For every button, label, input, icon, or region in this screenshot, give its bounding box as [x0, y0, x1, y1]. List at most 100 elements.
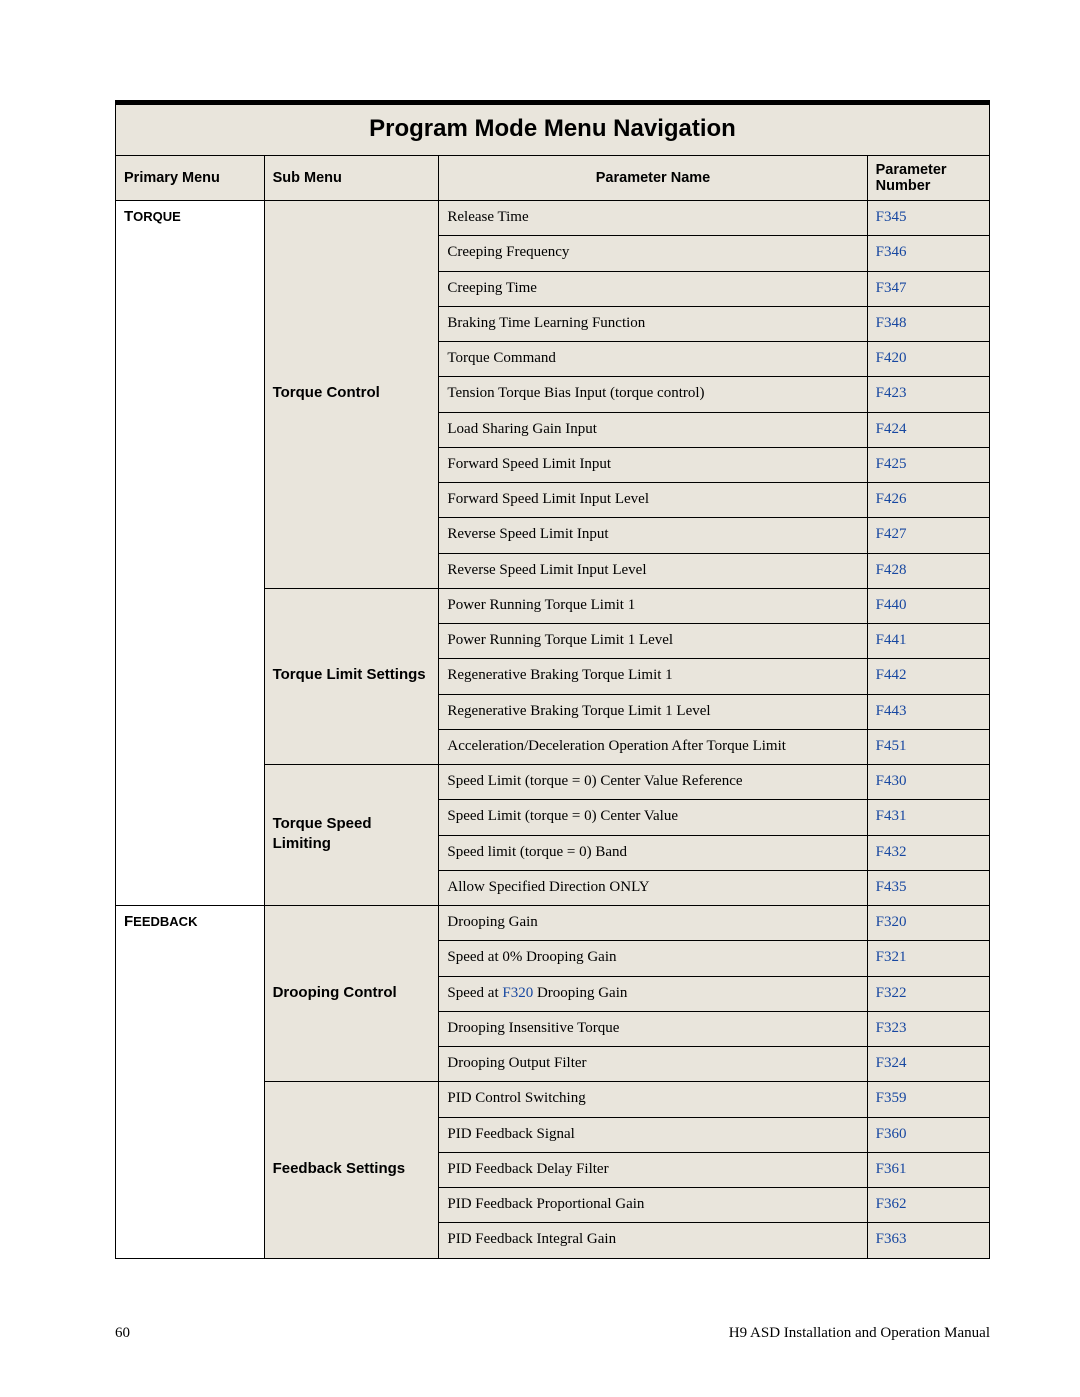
parameter-link[interactable]: F424 [876, 421, 907, 437]
parameter-number[interactable]: F360 [867, 1117, 989, 1152]
parameter-number[interactable]: F320 [867, 906, 989, 941]
parameter-number[interactable]: F440 [867, 588, 989, 623]
sub-menu-cell: Torque Limit Settings [264, 588, 439, 764]
parameter-name: Regenerative Braking Torque Limit 1 Leve… [439, 694, 867, 729]
primary-menu-cell: TORQUE [116, 201, 265, 906]
parameter-number[interactable]: F324 [867, 1047, 989, 1082]
parameter-link[interactable]: F432 [876, 844, 907, 860]
primary-menu-cell: FEEDBACK [116, 906, 265, 1259]
parameter-number[interactable]: F427 [867, 518, 989, 553]
parameter-link[interactable]: F361 [876, 1161, 907, 1177]
parameter-number[interactable]: F363 [867, 1223, 989, 1258]
col-sub-menu: Sub Menu [264, 156, 439, 201]
page-footer: 60 H9 ASD Installation and Operation Man… [115, 1325, 990, 1342]
parameter-name: Reverse Speed Limit Input [439, 518, 867, 553]
parameter-name: PID Feedback Signal [439, 1117, 867, 1152]
parameter-link[interactable]: F348 [876, 315, 907, 331]
parameter-link[interactable]: F323 [876, 1020, 907, 1036]
parameter-name: Speed at F320 Drooping Gain [439, 976, 867, 1011]
parameter-name: Speed at 0% Drooping Gain [439, 941, 867, 976]
parameter-name: Regenerative Braking Torque Limit 1 [439, 659, 867, 694]
parameter-number[interactable]: F347 [867, 271, 989, 306]
parameter-link[interactable]: F320 [876, 914, 907, 930]
parameter-link[interactable]: F426 [876, 491, 907, 507]
menu-navigation-table: Program Mode Menu Navigation Primary Men… [115, 100, 990, 1259]
page-number: 60 [115, 1325, 130, 1342]
parameter-name: Forward Speed Limit Input Level [439, 483, 867, 518]
parameter-name: Tension Torque Bias Input (torque contro… [439, 377, 867, 412]
parameter-link[interactable]: F441 [876, 632, 907, 648]
parameter-number[interactable]: F321 [867, 941, 989, 976]
parameter-name: Reverse Speed Limit Input Level [439, 553, 867, 588]
parameter-link[interactable]: F322 [876, 985, 907, 1001]
parameter-number[interactable]: F428 [867, 553, 989, 588]
parameter-link[interactable]: F442 [876, 667, 907, 683]
parameter-link[interactable]: F360 [876, 1126, 907, 1142]
parameter-name: Release Time [439, 201, 867, 236]
parameter-name: Speed limit (torque = 0) Band [439, 835, 867, 870]
parameter-link[interactable]: F443 [876, 703, 907, 719]
parameter-link[interactable]: F428 [876, 562, 907, 578]
parameter-link[interactable]: F427 [876, 526, 907, 542]
sub-menu-cell: Torque Control [264, 201, 439, 589]
parameter-number[interactable]: F362 [867, 1188, 989, 1223]
parameter-link[interactable]: F431 [876, 808, 907, 824]
parameter-name: Drooping Insensitive Torque [439, 1011, 867, 1046]
parameter-link[interactable]: F359 [876, 1090, 907, 1106]
table-row: FEEDBACKDrooping ControlDrooping GainF32… [116, 906, 990, 941]
parameter-link[interactable]: F420 [876, 350, 907, 366]
parameter-number[interactable]: F420 [867, 342, 989, 377]
parameter-number[interactable]: F441 [867, 624, 989, 659]
parameter-name: Creeping Frequency [439, 236, 867, 271]
parameter-number[interactable]: F348 [867, 306, 989, 341]
col-parameter-number: Parameter Number [867, 156, 989, 201]
parameter-number[interactable]: F346 [867, 236, 989, 271]
sub-menu-cell: Feedback Settings [264, 1082, 439, 1258]
parameter-name: Power Running Torque Limit 1 Level [439, 624, 867, 659]
parameter-link[interactable]: F347 [876, 280, 907, 296]
table-title: Program Mode Menu Navigation [116, 103, 990, 156]
parameter-number[interactable]: F430 [867, 765, 989, 800]
parameter-name: Acceleration/Deceleration Operation Afte… [439, 729, 867, 764]
parameter-number[interactable]: F432 [867, 835, 989, 870]
parameter-name: Braking Time Learning Function [439, 306, 867, 341]
parameter-link[interactable]: F451 [876, 738, 907, 754]
parameter-number[interactable]: F435 [867, 870, 989, 905]
parameter-name: PID Control Switching [439, 1082, 867, 1117]
parameter-name: Forward Speed Limit Input [439, 447, 867, 482]
parameter-link[interactable]: F362 [876, 1196, 907, 1212]
parameter-number[interactable]: F323 [867, 1011, 989, 1046]
parameter-number[interactable]: F423 [867, 377, 989, 412]
parameter-number[interactable]: F425 [867, 447, 989, 482]
parameter-number[interactable]: F322 [867, 976, 989, 1011]
parameter-number[interactable]: F451 [867, 729, 989, 764]
parameter-name: Allow Specified Direction ONLY [439, 870, 867, 905]
parameter-link[interactable]: F346 [876, 244, 907, 260]
parameter-link[interactable]: F435 [876, 879, 907, 895]
parameter-link[interactable]: F321 [876, 949, 907, 965]
parameter-link[interactable]: F363 [876, 1231, 907, 1247]
parameter-link[interactable]: F423 [876, 385, 907, 401]
table-row: TORQUETorque ControlRelease TimeF345 [116, 201, 990, 236]
col-parameter-name: Parameter Name [439, 156, 867, 201]
parameter-name: Power Running Torque Limit 1 [439, 588, 867, 623]
parameter-name: Speed Limit (torque = 0) Center Value [439, 800, 867, 835]
parameter-number[interactable]: F345 [867, 201, 989, 236]
parameter-link[interactable]: F440 [876, 597, 907, 613]
manual-title: H9 ASD Installation and Operation Manual [729, 1325, 990, 1342]
parameter-name: Creeping Time [439, 271, 867, 306]
parameter-link[interactable]: F425 [876, 456, 907, 472]
parameter-number[interactable]: F424 [867, 412, 989, 447]
sub-menu-cell: Drooping Control [264, 906, 439, 1082]
parameter-number[interactable]: F442 [867, 659, 989, 694]
parameter-number[interactable]: F359 [867, 1082, 989, 1117]
parameter-number[interactable]: F361 [867, 1152, 989, 1187]
parameter-number[interactable]: F431 [867, 800, 989, 835]
parameter-name: Drooping Gain [439, 906, 867, 941]
parameter-name: Load Sharing Gain Input [439, 412, 867, 447]
parameter-number[interactable]: F443 [867, 694, 989, 729]
parameter-link[interactable]: F345 [876, 209, 907, 225]
parameter-link[interactable]: F324 [876, 1055, 907, 1071]
parameter-number[interactable]: F426 [867, 483, 989, 518]
parameter-link[interactable]: F430 [876, 773, 907, 789]
